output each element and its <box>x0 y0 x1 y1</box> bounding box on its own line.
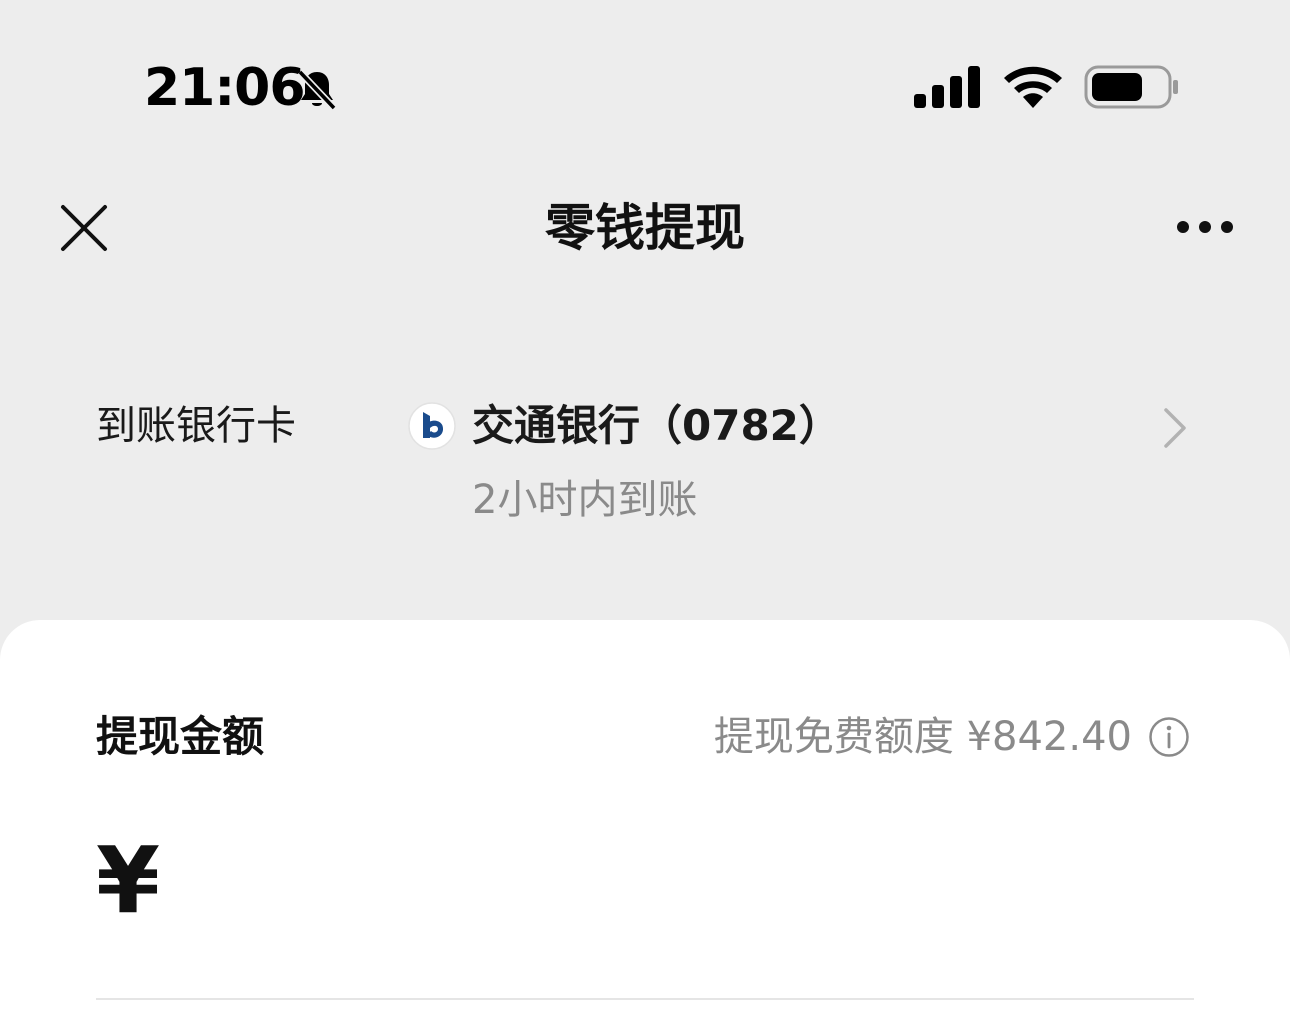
amount-input[interactable] <box>170 840 1194 942</box>
page-title: 零钱提现 <box>545 199 745 257</box>
withdraw-screen: 21:06 零钱提现 到账银行卡 交通银行（0782） 2小时内到账 提现金额 … <box>0 0 1290 1012</box>
bank-name: 交通银行（0782） <box>472 401 841 450</box>
more-icon[interactable] <box>1172 210 1238 244</box>
free-quota-text: 提现免费额度 ¥842.40 <box>713 714 1132 760</box>
arrival-time-text: 2小时内到账 <box>472 477 698 523</box>
amount-divider <box>96 998 1194 1000</box>
info-icon[interactable] <box>1148 716 1190 758</box>
bank-card-label: 到账银行卡 <box>96 403 296 449</box>
withdraw-amount-label: 提现金额 <box>96 712 265 761</box>
bank-card-selector[interactable]: 到账银行卡 交通银行（0782） 2小时内到账 <box>0 380 1290 540</box>
chevron-right-icon <box>1164 408 1186 448</box>
bell-muted-icon <box>297 69 337 111</box>
signal-icon <box>914 66 980 108</box>
status-time: 21:06 <box>144 58 306 118</box>
currency-symbol: ¥ <box>96 827 161 934</box>
bank-logo-icon <box>408 402 456 450</box>
battery-icon <box>1084 65 1178 109</box>
withdraw-amount-card: 提现金额 提现免费额度 ¥842.40 ¥ <box>0 620 1290 1012</box>
wifi-icon <box>1004 66 1062 108</box>
